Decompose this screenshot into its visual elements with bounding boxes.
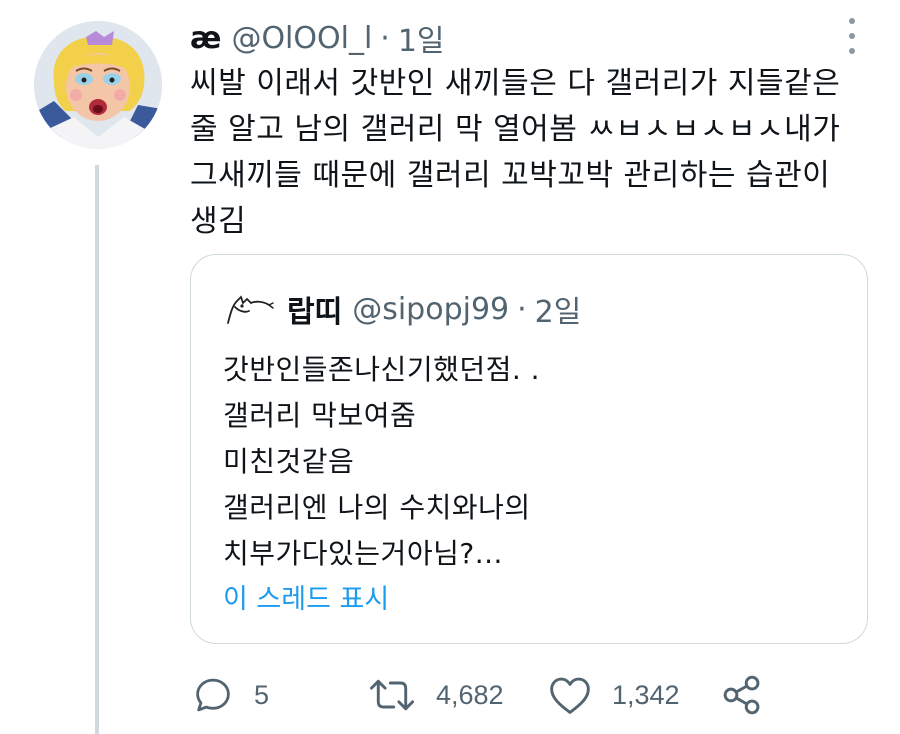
author-avatar[interactable] — [34, 21, 162, 149]
cartoon-avatar-icon — [34, 21, 162, 149]
reply-icon — [196, 678, 230, 712]
quoted-timestamp[interactable]: 2일 — [535, 287, 582, 331]
thread-line — [95, 165, 99, 734]
quoted-tweet-text: 갓반인들존나신기했던점. . 갤러리 막보여줌 미친것같음 갤러리엔 나의 수치… — [223, 353, 541, 570]
quoted-header-separator: · — [517, 291, 527, 327]
like-count: 1,342 — [612, 679, 680, 710]
author-handle[interactable]: @OlOOl_l — [231, 21, 372, 56]
doodle-avatar-icon[interactable] — [225, 289, 277, 329]
retweet-count: 4,682 — [436, 679, 504, 710]
tweet-header: æ @OlOOl_l · 1일 — [190, 16, 445, 60]
author-name[interactable]: æ — [190, 21, 221, 56]
retweet-icon — [369, 679, 415, 711]
more-dots-icon[interactable] — [840, 18, 864, 54]
tweet-timestamp[interactable]: 1일 — [398, 16, 445, 60]
reply-button[interactable]: 5 — [192, 672, 269, 718]
share-button[interactable] — [720, 672, 764, 718]
heart-icon — [550, 677, 590, 714]
share-icon — [723, 675, 760, 715]
quoted-tweet-card[interactable]: 랍띠 @sipopj99 · 2일 갓반인들존나신기했던점. . 갤러리 막보여… — [190, 254, 868, 644]
reply-count: 5 — [254, 679, 270, 710]
like-button[interactable]: 1,342 — [548, 672, 680, 718]
show-thread-link[interactable]: 이 스레드 표시 — [223, 577, 389, 616]
tweet-text: 씨발 이래서 갓반인 새끼들은 다 갤러리가 지들같은 줄 알고 남의 갤러리 … — [190, 66, 841, 239]
quoted-author-handle[interactable]: @sipopj99 — [352, 292, 509, 327]
tweet-actions: 5 4,682 1,342 — [0, 672, 900, 718]
retweet-button[interactable]: 4,682 — [368, 672, 504, 718]
quoted-author-name[interactable]: 랍띠 — [287, 287, 342, 331]
header-separator: · — [380, 20, 390, 56]
quoted-tweet-header: 랍띠 @sipopj99 · 2일 — [225, 287, 581, 331]
